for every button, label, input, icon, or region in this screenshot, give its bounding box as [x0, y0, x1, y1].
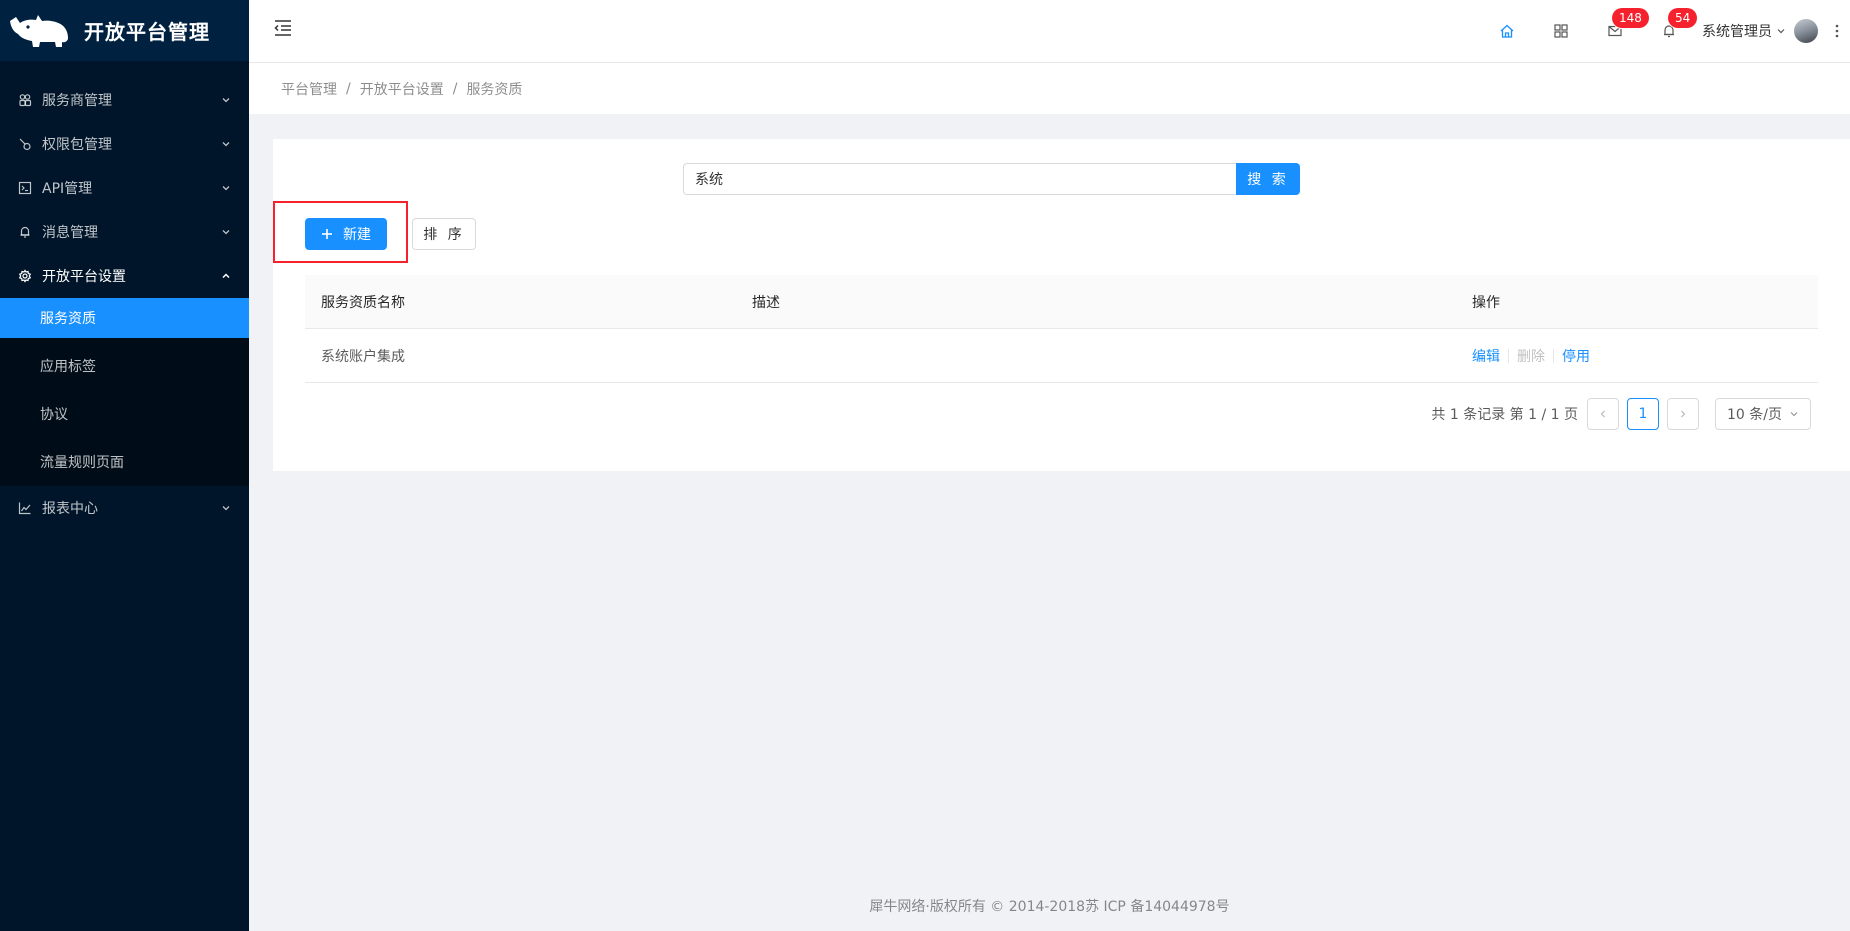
table-header: 服务资质名称 描述 操作 [305, 275, 1818, 329]
sidebar-item-label: 服务商管理 [42, 93, 112, 109]
sidebar: 开放平台管理 服务商管理 权限包管理 API管理 消息管理 开放平台设置 服务资… [0, 0, 249, 931]
gear-icon [18, 269, 32, 283]
more-vertical-icon [1835, 24, 1839, 38]
sidebar-item-api[interactable]: API管理 [0, 166, 249, 210]
chevron-down-icon [1777, 29, 1785, 34]
sidebar-subitem-service-qualification[interactable]: 服务资质 [0, 298, 249, 338]
chevron-left-icon [1600, 410, 1605, 418]
notification-count-badge: 54 [1668, 8, 1698, 28]
search-input[interactable] [683, 163, 1236, 195]
sidebar-item-platform-settings[interactable]: 开放平台设置 [0, 254, 249, 298]
sidebar-item-label: 开放平台设置 [42, 269, 126, 285]
sidebar-subitem-agreement[interactable]: 协议 [0, 390, 249, 438]
team-icon [18, 93, 32, 107]
cell-name: 系统账户集成 [321, 348, 405, 365]
chevron-down-icon [221, 139, 231, 149]
page-size-value: 10 条/页 [1727, 407, 1782, 423]
more-button[interactable] [1824, 0, 1850, 62]
pagination-total: 共 1 条记录 第 1 / 1 页 [1431, 407, 1578, 423]
page-size-select[interactable]: 10 条/页 [1715, 398, 1811, 430]
chevron-right-icon [1681, 410, 1686, 418]
page-number-button[interactable]: 1 [1627, 398, 1659, 430]
content-card: 搜 索 新建 排 序 服务资质名称 描述 操作 系统账户集成 编辑 删除 停用 … [273, 139, 1850, 471]
notification-button[interactable]: 54 [1642, 0, 1698, 62]
footer: 犀牛网络·版权所有 © 2014-2018苏 ICP 备14044978号 [869, 899, 1230, 915]
home-icon [1500, 24, 1514, 38]
sidebar-item-label: API管理 [42, 181, 93, 197]
menu-fold-icon[interactable] [273, 18, 293, 38]
cell-actions: 编辑 删除 停用 [1456, 346, 1818, 366]
sidebar-item-report-center[interactable]: 报表中心 [0, 486, 249, 530]
sidebar-item-message[interactable]: 消息管理 [0, 210, 249, 254]
line-chart-icon [18, 501, 32, 515]
new-button[interactable]: 新建 [305, 218, 387, 250]
chevron-down-icon [221, 183, 231, 193]
header: 148 54 系统管理员 [249, 0, 1850, 62]
bell-icon [18, 225, 32, 239]
header-actions: 148 54 系统管理员 [1480, 0, 1850, 62]
disable-link[interactable]: 停用 [1562, 346, 1590, 366]
breadcrumb: 平台管理 / 开放平台设置 / 服务资质 [249, 62, 1850, 114]
chevron-up-icon [221, 271, 231, 281]
breadcrumb-separator: / [452, 80, 458, 97]
sidebar-subitem-traffic-rules[interactable]: 流量规则页面 [0, 438, 249, 486]
key-icon [18, 137, 32, 151]
apps-button[interactable] [1534, 0, 1588, 62]
breadcrumb-item-current: 服务资质 [466, 81, 523, 98]
chevron-down-icon [221, 503, 231, 513]
column-header-actions: 操作 [1472, 294, 1500, 311]
sidebar-item-service-provider[interactable]: 服务商管理 [0, 78, 249, 122]
breadcrumb-item-platform[interactable]: 平台管理 [281, 79, 337, 99]
sidebar-subitem-app-tags[interactable]: 应用标签 [0, 342, 249, 390]
chevron-down-icon [221, 95, 231, 105]
breadcrumb-separator: / [346, 80, 351, 97]
breadcrumb-item-settings[interactable]: 开放平台设置 [360, 79, 444, 99]
appstore-icon [1554, 24, 1568, 38]
action-divider [1508, 348, 1509, 363]
platform-settings-submenu: 服务资质 应用标签 协议 流量规则页面 [0, 298, 249, 486]
pagination: 共 1 条记录 第 1 / 1 页 1 10 条/页 [1431, 398, 1811, 430]
sidebar-item-label: 消息管理 [42, 225, 98, 241]
next-page-button[interactable] [1667, 398, 1699, 430]
sidebar-menu: 服务商管理 权限包管理 API管理 消息管理 开放平台设置 服务资质 应用标签 … [0, 78, 249, 530]
home-button[interactable] [1480, 0, 1534, 62]
new-button-label: 新建 [343, 227, 371, 243]
column-header-description: 描述 [752, 294, 780, 311]
user-name: 系统管理员 [1702, 24, 1772, 40]
plus-icon [322, 229, 332, 239]
qualification-table: 服务资质名称 描述 操作 系统账户集成 编辑 删除 停用 [305, 275, 1818, 383]
search-button[interactable]: 搜 索 [1236, 163, 1300, 195]
chevron-down-icon [1790, 412, 1798, 417]
app-title: 开放平台管理 [84, 20, 210, 44]
code-icon [18, 181, 32, 195]
sidebar-item-label: 权限包管理 [42, 137, 112, 153]
logo[interactable]: 开放平台管理 [0, 0, 249, 61]
table-row: 系统账户集成 编辑 删除 停用 [305, 329, 1818, 383]
prev-page-button[interactable] [1587, 398, 1619, 430]
avatar[interactable] [1794, 19, 1818, 43]
mail-button[interactable]: 148 [1588, 0, 1649, 62]
delete-link[interactable]: 删除 [1517, 346, 1545, 366]
sidebar-item-label: 报表中心 [42, 501, 98, 517]
column-header-name: 服务资质名称 [321, 294, 405, 311]
action-divider [1553, 348, 1554, 363]
rhino-logo-icon [10, 14, 68, 47]
sidebar-item-permission-package[interactable]: 权限包管理 [0, 122, 249, 166]
user-menu[interactable]: 系统管理员 [1696, 0, 1824, 62]
edit-link[interactable]: 编辑 [1472, 346, 1500, 366]
search-bar: 搜 索 [683, 163, 1300, 195]
chevron-down-icon [221, 227, 231, 237]
sort-button[interactable]: 排 序 [412, 218, 476, 250]
